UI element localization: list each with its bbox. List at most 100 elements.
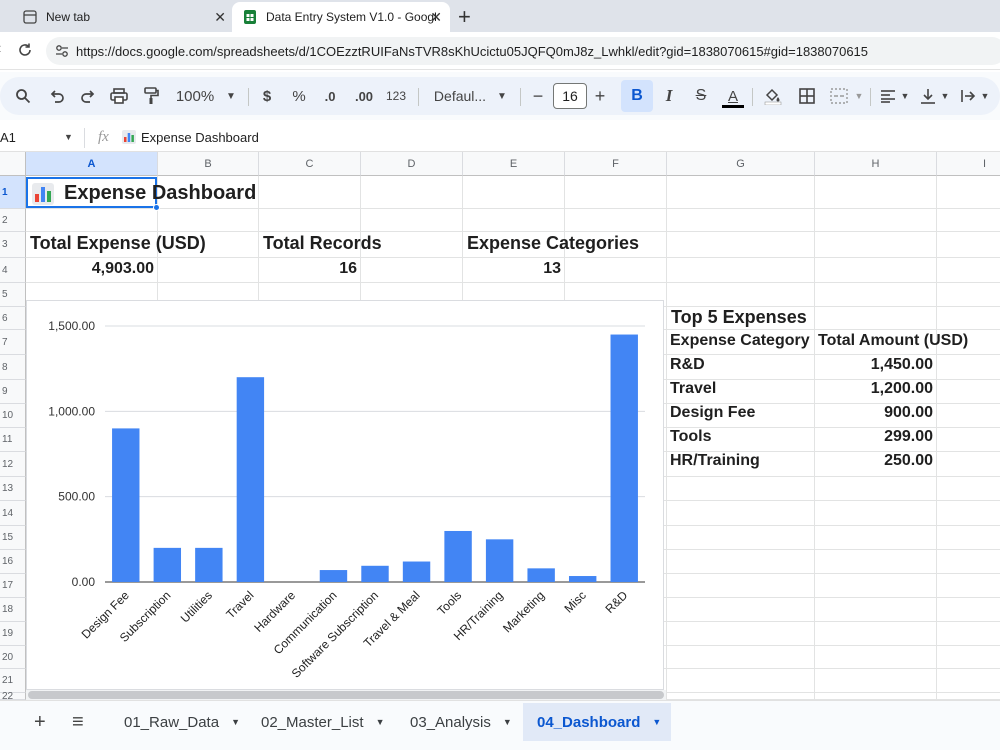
bar[interactable] bbox=[568, 576, 597, 582]
italic-button[interactable]: I bbox=[660, 84, 678, 108]
fill-handle[interactable] bbox=[153, 204, 160, 211]
close-tab-icon[interactable]: ✕ bbox=[214, 9, 226, 26]
chevron-down-icon[interactable]: ▼ bbox=[496, 84, 508, 108]
column-header-h[interactable]: H bbox=[815, 152, 937, 176]
merge-cells-icon[interactable] bbox=[828, 84, 850, 108]
undo-icon[interactable] bbox=[46, 84, 68, 108]
chevron-down-icon[interactable]: ▼ bbox=[231, 717, 240, 727]
row-header-3[interactable]: 3 bbox=[0, 232, 26, 258]
vertical-align-icon[interactable] bbox=[918, 84, 938, 108]
row-header-10[interactable]: 10 bbox=[0, 404, 26, 428]
bold-button[interactable]: B bbox=[621, 80, 653, 112]
row-header-22[interactable]: 22 bbox=[0, 691, 26, 700]
currency-format-button[interactable]: $ bbox=[258, 84, 276, 108]
increase-decimal-button[interactable]: .00 bbox=[352, 84, 376, 108]
column-header-f[interactable]: F bbox=[565, 152, 667, 176]
row-header-9[interactable]: 9 bbox=[0, 380, 26, 404]
search-icon[interactable] bbox=[12, 84, 34, 108]
spreadsheet-grid[interactable]: A B C D E F G H I 1 2 3 4 5 6 7 8 9 10 11 12 13 14 15 1… bbox=[0, 152, 1000, 700]
row-header-6[interactable]: 6 bbox=[0, 307, 26, 330]
url-bar[interactable]: https://docs.google.com/spreadsheets/d/1… bbox=[46, 37, 1000, 65]
decrease-font-size-button[interactable]: − bbox=[530, 84, 546, 108]
horizontal-scrollbar[interactable] bbox=[28, 691, 664, 699]
browser-tab-active[interactable]: Data Entry System V1.0 - Google S ✕ bbox=[232, 2, 450, 32]
decrease-decimal-button[interactable]: .0 bbox=[318, 84, 342, 108]
increase-font-size-button[interactable]: + bbox=[592, 84, 608, 108]
column-header-d[interactable]: D bbox=[361, 152, 463, 176]
row-header-18[interactable]: 18 bbox=[0, 598, 26, 622]
row-header-7[interactable]: 7 bbox=[0, 330, 26, 355]
bar[interactable] bbox=[112, 428, 140, 582]
bar[interactable] bbox=[195, 547, 223, 582]
site-info-icon[interactable] bbox=[54, 43, 70, 62]
sheet-tab[interactable]: 03_Analysis ▼ bbox=[396, 703, 520, 741]
bar[interactable] bbox=[485, 539, 514, 582]
number-format-button[interactable]: 123 bbox=[384, 84, 408, 108]
strikethrough-button[interactable]: S bbox=[692, 84, 710, 108]
chevron-down-icon[interactable]: ▼ bbox=[940, 84, 950, 108]
select-all-corner[interactable] bbox=[0, 152, 26, 176]
bar[interactable] bbox=[527, 568, 555, 582]
row-header-5[interactable]: 5 bbox=[0, 283, 26, 307]
back-icon[interactable]: ‹ bbox=[0, 40, 1, 58]
column-header-i[interactable]: I bbox=[937, 152, 1000, 176]
redo-icon[interactable] bbox=[77, 84, 99, 108]
new-tab-button[interactable]: + bbox=[458, 4, 471, 30]
row-header-21[interactable]: 21 bbox=[0, 669, 26, 693]
row-header-16[interactable]: 16 bbox=[0, 550, 26, 574]
row-header-12[interactable]: 12 bbox=[0, 452, 26, 477]
print-icon[interactable] bbox=[108, 84, 130, 108]
column-header-g[interactable]: G bbox=[667, 152, 815, 176]
paint-format-icon[interactable] bbox=[140, 84, 162, 108]
row-header-15[interactable]: 15 bbox=[0, 526, 26, 550]
chevron-down-icon[interactable]: ▼ bbox=[376, 717, 385, 727]
column-header-b[interactable]: B bbox=[158, 152, 259, 176]
percent-format-button[interactable]: % bbox=[290, 84, 308, 108]
chevron-down-icon[interactable]: ▼ bbox=[652, 717, 661, 727]
sheet-tab[interactable]: 02_Master_List ▼ bbox=[247, 703, 393, 741]
reload-icon[interactable] bbox=[16, 41, 34, 64]
fill-color-icon[interactable] bbox=[762, 84, 784, 108]
bar[interactable] bbox=[361, 565, 389, 582]
chevron-down-icon[interactable]: ▼ bbox=[224, 84, 238, 108]
chevron-down-icon[interactable]: ▼ bbox=[854, 84, 864, 108]
bar[interactable] bbox=[319, 570, 348, 582]
row-header-11[interactable]: 11 bbox=[0, 428, 26, 452]
borders-icon[interactable] bbox=[796, 84, 818, 108]
chevron-down-icon[interactable]: ▼ bbox=[64, 132, 73, 142]
font-family-select[interactable]: Defaul... bbox=[430, 84, 490, 108]
sheet-tab[interactable]: 04_Dashboard ▼ bbox=[523, 703, 671, 741]
column-header-e[interactable]: E bbox=[463, 152, 565, 176]
chevron-down-icon[interactable]: ▼ bbox=[980, 84, 990, 108]
formula-input[interactable]: Expense Dashboard bbox=[141, 130, 259, 145]
row-header-8[interactable]: 8 bbox=[0, 355, 26, 380]
expense-bar-chart[interactable]: 0.00 500.00 1,000.00 1,500.00 Design Fee Subs… bbox=[26, 300, 664, 690]
bar[interactable] bbox=[402, 561, 431, 582]
row-header-1[interactable]: 1 bbox=[0, 176, 26, 209]
font-size-input[interactable]: 16 bbox=[553, 83, 587, 109]
bar[interactable] bbox=[610, 334, 638, 582]
row-header-14[interactable]: 14 bbox=[0, 501, 26, 526]
row-header-19[interactable]: 19 bbox=[0, 622, 26, 646]
chevron-down-icon[interactable]: ▼ bbox=[503, 717, 512, 727]
bar[interactable] bbox=[444, 530, 472, 582]
all-sheets-menu-icon[interactable]: ≡ bbox=[72, 711, 84, 734]
align-left-icon[interactable] bbox=[878, 84, 898, 108]
row-header-4[interactable]: 4 bbox=[0, 258, 26, 283]
row-header-20[interactable]: 20 bbox=[0, 646, 26, 669]
close-tab-icon[interactable]: ✕ bbox=[430, 9, 442, 26]
name-box[interactable]: A1 bbox=[0, 130, 16, 145]
row-header-13[interactable]: 13 bbox=[0, 477, 26, 501]
bar[interactable] bbox=[153, 547, 182, 582]
add-sheet-button[interactable]: + bbox=[34, 711, 46, 734]
browser-tab-new-tab[interactable]: New tab ✕ bbox=[12, 2, 234, 32]
row-header-2[interactable]: 2 bbox=[0, 209, 26, 232]
bar[interactable] bbox=[236, 377, 265, 582]
zoom-select[interactable]: 100% bbox=[174, 84, 216, 108]
sheet-tab[interactable]: 01_Raw_Data ▼ bbox=[110, 703, 244, 741]
chevron-down-icon[interactable]: ▼ bbox=[900, 84, 910, 108]
row-header-17[interactable]: 17 bbox=[0, 574, 26, 598]
text-wrap-icon[interactable] bbox=[958, 84, 978, 108]
column-header-c[interactable]: C bbox=[259, 152, 361, 176]
column-header-a[interactable]: A bbox=[26, 152, 158, 176]
